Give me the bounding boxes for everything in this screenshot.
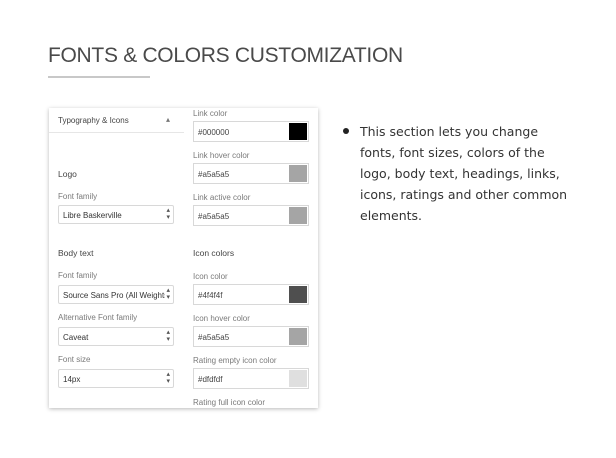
icon-color-input[interactable]: #4f4f4f — [193, 284, 309, 305]
icon-color-swatch[interactable] — [289, 286, 307, 303]
icon-hover-color-swatch[interactable] — [289, 328, 307, 345]
logo-section-label: Logo — [58, 169, 77, 179]
link-active-color-swatch[interactable] — [289, 207, 307, 224]
description-text: This section lets you change fonts, font… — [360, 124, 568, 223]
font-size-select[interactable]: 14px ▴ ▾ — [58, 369, 174, 388]
body-font-family-select[interactable]: Source Sans Pro (All Weights ▴ ▾ — [58, 285, 174, 304]
link-hover-color-label: Link hover color — [193, 151, 250, 160]
body-font-family-value: Source Sans Pro (All Weights — [63, 291, 165, 300]
link-hover-color-value: #a5a5a5 — [198, 170, 230, 179]
icon-color-label: Icon color — [193, 272, 228, 281]
logo-font-family-select[interactable]: Libre Baskerville ▴ ▾ — [58, 205, 174, 224]
select-stepper-icon: ▴ ▾ — [166, 371, 170, 385]
bullet-icon — [343, 128, 349, 134]
title-underline — [48, 76, 150, 78]
caret-up-icon[interactable]: ▴ — [166, 115, 170, 124]
icon-hover-color-label: Icon hover color — [193, 314, 250, 323]
icon-hover-color-value: #a5a5a5 — [198, 333, 230, 342]
rating-empty-color-label: Rating empty icon color — [193, 356, 277, 365]
font-size-value: 14px — [63, 375, 81, 384]
alt-font-family-select[interactable]: Caveat ▴ ▾ — [58, 327, 174, 346]
accordion-title: Typography & Icons — [58, 116, 129, 125]
select-stepper-icon: ▴ ▾ — [166, 287, 170, 301]
link-hover-color-swatch[interactable] — [289, 165, 307, 182]
body-font-family-label: Font family — [58, 271, 98, 280]
icon-hover-color-input[interactable]: #a5a5a5 — [193, 326, 309, 347]
link-color-swatch[interactable] — [289, 123, 307, 140]
accordion-header-typography[interactable]: Typography & Icons ▴ — [49, 108, 184, 133]
link-color-value: #000000 — [198, 128, 230, 137]
alt-font-family-label: Alternative Font family — [58, 313, 138, 322]
rating-full-color-label: Rating full icon color — [193, 398, 266, 407]
font-size-label: Font size — [58, 355, 91, 364]
select-stepper-icon: ▴ ▾ — [166, 329, 170, 343]
rating-empty-color-swatch[interactable] — [289, 370, 307, 387]
rating-empty-color-input[interactable]: #dfdfdf — [193, 368, 309, 389]
logo-font-family-value: Libre Baskerville — [63, 211, 122, 220]
link-active-color-input[interactable]: #a5a5a5 — [193, 205, 309, 226]
customizer-panel: Typography & Icons ▴ Logo Font family Li… — [49, 108, 318, 408]
icon-colors-section-label: Icon colors — [193, 248, 235, 258]
select-stepper-icon: ▴ ▾ — [166, 207, 170, 221]
page-title: FONTS & COLORS CUSTOMIZATION — [48, 44, 403, 67]
logo-font-family-label: Font family — [58, 192, 98, 201]
link-hover-color-input[interactable]: #a5a5a5 — [193, 163, 309, 184]
link-active-color-label: Link active color — [193, 193, 251, 202]
link-active-color-value: #a5a5a5 — [198, 212, 230, 221]
link-color-input[interactable]: #000000 — [193, 121, 309, 142]
rating-empty-color-value: #dfdfdf — [198, 375, 223, 384]
alt-font-family-value: Caveat — [63, 333, 89, 342]
link-color-label: Link color — [193, 109, 228, 118]
body-text-section-label: Body text — [58, 248, 94, 258]
icon-color-value: #4f4f4f — [198, 291, 223, 300]
